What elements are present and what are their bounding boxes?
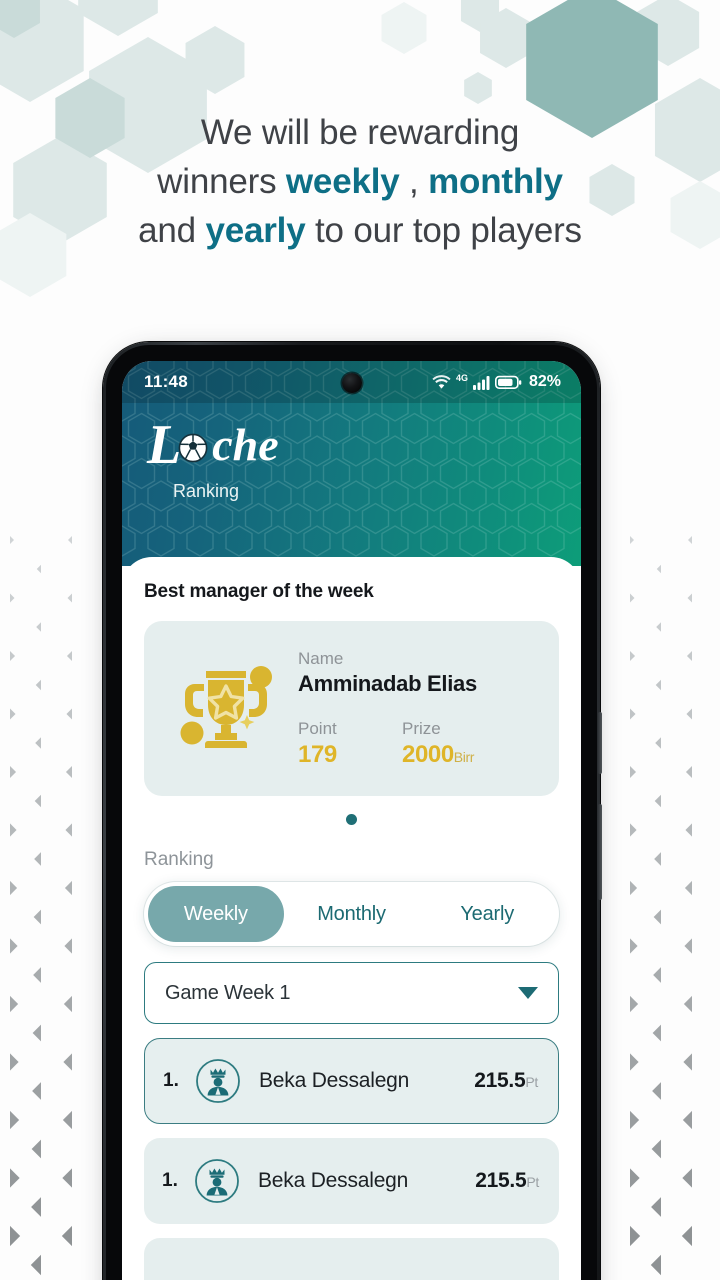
table-row[interactable]: [144, 1238, 559, 1280]
headline-text-3a: and: [138, 211, 206, 250]
best-manager-title: Best manager of the week: [144, 581, 374, 602]
rank-number: 1.: [162, 1170, 178, 1191]
point-value: 179: [298, 740, 337, 768]
content-sheet: Best manager of the week Name Amminadab …: [122, 557, 581, 1280]
headline-accent-weekly: weekly: [285, 162, 400, 201]
game-week-select[interactable]: Game Week 1: [144, 962, 559, 1024]
prize-value: 2000: [402, 740, 454, 768]
battery-icon: [494, 375, 522, 389]
app-brand: L che Ranking: [122, 403, 581, 502]
headline-line-3: and yearly to our top players: [0, 206, 720, 255]
table-row[interactable]: 1. Beka Dessalegn 215.5Pt: [144, 1138, 559, 1224]
tab-weekly[interactable]: Weekly: [148, 886, 284, 942]
ranking-label: Ranking: [144, 849, 214, 870]
app-header: 11:48 4G 82% L che Ranking: [122, 361, 581, 566]
headline-line-2: winners weekly , monthly: [0, 157, 720, 206]
trophy-wrapper: [160, 659, 292, 759]
headline-text-2c: ,: [399, 162, 429, 201]
prize-label: Prize: [402, 718, 441, 738]
front-camera-punch-hole: [341, 373, 362, 393]
phone-mockup: 11:48 4G 82% L che Ranking Best manager …: [103, 342, 602, 1280]
points-unit: Pt: [526, 1174, 539, 1190]
best-manager-info: Name Amminadab Elias Point 179 Prize 200…: [292, 649, 543, 769]
prize-unit: Birr: [453, 748, 475, 765]
page-headline: We will be rewarding winners weekly , mo…: [0, 108, 720, 255]
network-type-label: 4G: [455, 373, 468, 383]
best-manager-card[interactable]: Name Amminadab Elias Point 179 Prize 200…: [144, 621, 559, 796]
points-value: 215.5: [474, 1069, 526, 1092]
prize-value-wrap: 2000Birr: [402, 741, 506, 769]
rank-number: 1.: [163, 1070, 179, 1091]
carousel-dot-active[interactable]: [346, 814, 357, 825]
tab-weekly-label: Weekly: [183, 902, 248, 925]
phone-screen: 11:48 4G 82% L che Ranking Best manager …: [122, 361, 581, 1280]
headline-line-1: We will be rewarding: [0, 108, 720, 157]
tab-yearly-label: Yearly: [460, 902, 514, 925]
point-stat: Point 179: [298, 719, 402, 769]
best-manager-name: Amminadab Elias: [298, 670, 477, 696]
game-week-value: Game Week 1: [165, 981, 291, 1004]
crowned-manager-icon: [195, 1159, 239, 1203]
brand-logo: L che: [147, 414, 581, 476]
prize-stat: Prize 2000Birr: [402, 719, 506, 769]
signal-bars-icon: [472, 375, 490, 390]
trophy-icon: [180, 665, 272, 748]
battery-percent: 82%: [528, 373, 561, 390]
table-row[interactable]: 1. Beka Dessalegn 215.5Pt: [144, 1038, 559, 1124]
points-value: 215.5: [475, 1169, 527, 1192]
page-title: Ranking: [173, 481, 240, 501]
name-label: Name: [298, 648, 344, 668]
carousel-dots[interactable]: [144, 814, 559, 825]
tab-yearly[interactable]: Yearly: [419, 886, 555, 942]
points-unit: Pt: [525, 1074, 538, 1090]
power-button[interactable]: [598, 712, 602, 774]
player-name: Beka Dessalegn: [259, 1069, 410, 1092]
player-points: 215.5Pt: [474, 1069, 538, 1093]
headline-accent-monthly: monthly: [428, 162, 563, 201]
avatar: [194, 1158, 250, 1204]
crowned-manager-icon: [196, 1059, 240, 1103]
player-points: 215.5Pt: [475, 1169, 539, 1193]
ranking-period-tabs: Weekly Monthly Yearly: [144, 882, 559, 946]
player-name: Beka Dessalegn: [258, 1169, 409, 1192]
best-manager-stats: Point 179 Prize 2000Birr: [298, 719, 543, 769]
headline-text-2a: winners: [157, 162, 286, 201]
avatar: [195, 1058, 251, 1104]
headline-accent-yearly: yearly: [205, 211, 306, 250]
soccer-ball-icon: [178, 433, 208, 463]
brand-letter-l: L: [147, 414, 182, 476]
chevron-down-icon[interactable]: [518, 986, 538, 1000]
volume-button[interactable]: [598, 804, 602, 900]
brand-text-che: che: [212, 419, 279, 470]
tab-monthly[interactable]: Monthly: [284, 886, 420, 942]
tab-monthly-label: Monthly: [317, 902, 386, 925]
headline-text-1: We will be rewarding: [200, 113, 520, 152]
headline-text-3c: to our top players: [305, 211, 582, 250]
status-icons: 4G 82%: [432, 373, 561, 391]
wifi-icon: [432, 374, 451, 389]
status-time: 11:48: [144, 372, 189, 391]
point-label: Point: [298, 718, 337, 738]
promo-page: We will be rewarding winners weekly , mo…: [0, 0, 720, 1280]
